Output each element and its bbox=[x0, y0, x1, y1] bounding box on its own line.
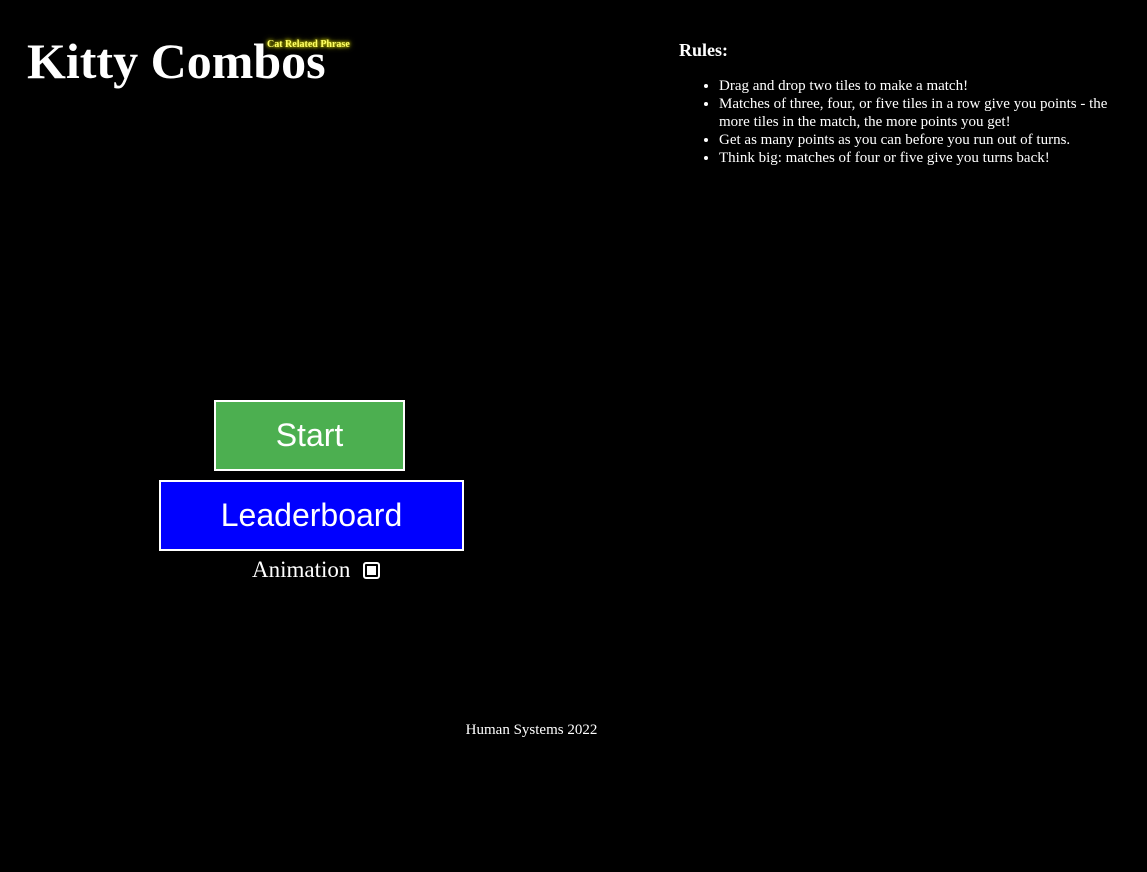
rule-item: Get as many points as you can before you… bbox=[719, 131, 1139, 149]
animation-checkbox[interactable] bbox=[363, 561, 381, 579]
rules-heading: Rules: bbox=[679, 40, 728, 60]
footer-credit: Human Systems 2022 bbox=[465, 722, 598, 738]
leaderboard-button[interactable]: Leaderboard bbox=[159, 480, 464, 551]
rule-item: Drag and drop two tiles to make a match! bbox=[719, 77, 1139, 95]
tagline: Cat Related Phrase bbox=[267, 39, 350, 50]
rules-panel: Rules: Drag and drop two tiles to make a… bbox=[679, 39, 1139, 167]
animation-toggle-row: Animation bbox=[252, 556, 381, 584]
rule-item: Matches of three, four, or five tiles in… bbox=[719, 95, 1139, 131]
start-button[interactable]: Start bbox=[214, 400, 405, 471]
checkbox-checked-icon bbox=[367, 565, 377, 575]
page: Kitty Combos Cat Related Phrase Rules: D… bbox=[0, 0, 1147, 872]
rule-item: Think big: matches of four or five give … bbox=[719, 149, 1139, 167]
animation-label: Animation bbox=[252, 557, 351, 582]
rules-list: Drag and drop two tiles to make a match!… bbox=[679, 77, 1139, 167]
